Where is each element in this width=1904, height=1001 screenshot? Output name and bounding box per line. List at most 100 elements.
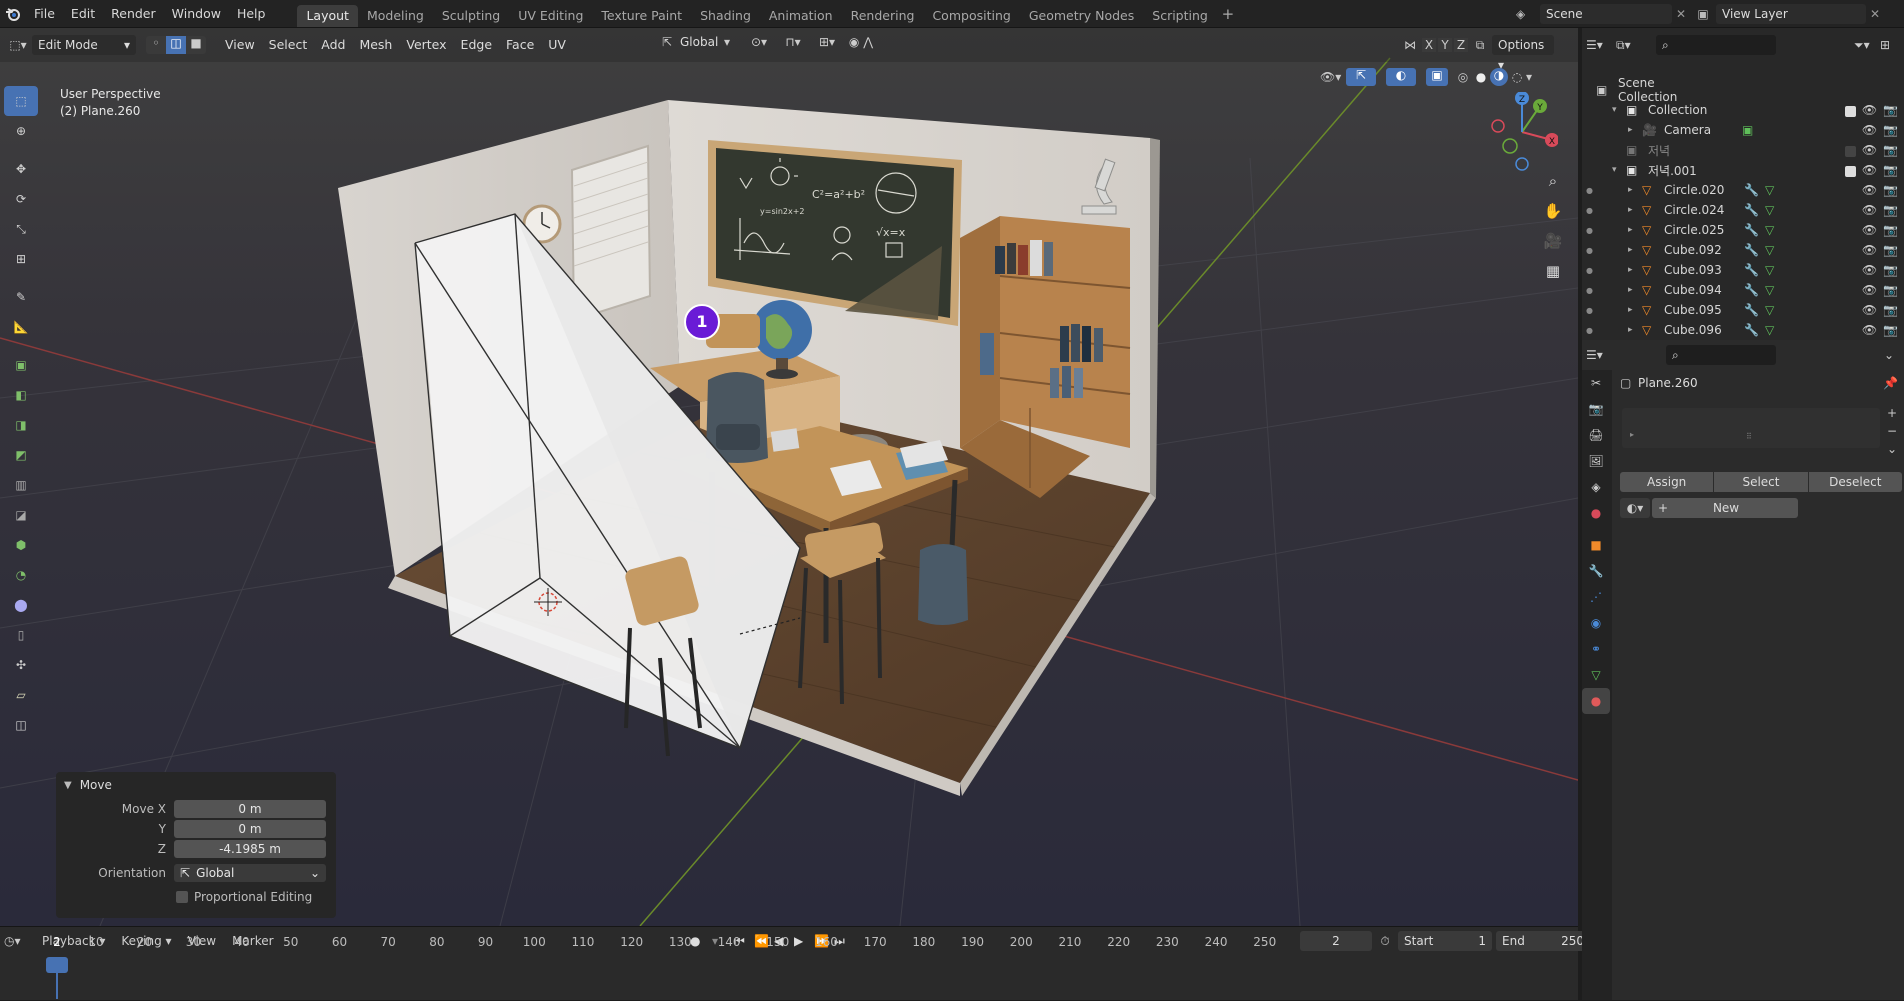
smooth-tool-icon[interactable]: ⬤: [4, 590, 38, 620]
move-y-field[interactable]: 0 m: [174, 820, 326, 838]
outliner-row[interactable]: ● ▸ ▽ Cube.093 🔧▽ 👁 📷: [1582, 260, 1904, 280]
editor-type-icon[interactable]: ⬚▾: [4, 38, 32, 52]
gizmo-toggle-icon[interactable]: ⇱: [1346, 68, 1376, 86]
add-cube-tool-icon[interactable]: ▣: [4, 350, 38, 380]
tab-rendering[interactable]: Rendering: [842, 5, 924, 27]
menu-file[interactable]: File: [26, 0, 63, 28]
mesh-data-icon[interactable]: ▽: [1765, 223, 1780, 237]
constraints-tab-icon[interactable]: ⚭: [1582, 636, 1610, 662]
scale-tool-icon[interactable]: ⤡: [4, 214, 38, 244]
menu-help[interactable]: Help: [229, 0, 274, 28]
properties-search-input[interactable]: ⌕: [1666, 345, 1776, 365]
render-camera-icon[interactable]: 📷: [1883, 163, 1898, 177]
assign-button[interactable]: Assign: [1620, 472, 1714, 492]
pin-icon[interactable]: 📌: [1883, 376, 1898, 390]
cursor-tool-icon[interactable]: ⊕: [4, 116, 38, 146]
resize-handle-icon[interactable]: ⠿: [1746, 432, 1752, 441]
navigation-gizmo[interactable]: X Y Z: [1486, 91, 1559, 172]
modifier-icons[interactable]: 🔧▽: [1744, 283, 1780, 297]
vertex-select-icon[interactable]: ◦: [146, 36, 166, 54]
outliner-row[interactable]: ● ▸ ▽ Cube.095 🔧▽ 👁 📷: [1582, 300, 1904, 320]
render-tab-icon[interactable]: 📷: [1582, 396, 1610, 422]
rendered-shading-icon[interactable]: ◌: [1508, 70, 1526, 84]
particles-tab-icon[interactable]: ⋰: [1582, 584, 1610, 610]
modifier-icons[interactable]: 🔧▽: [1744, 223, 1780, 237]
properties-editor-icon[interactable]: ☰▾: [1586, 348, 1616, 362]
perspective-grid-icon[interactable]: ▦: [1538, 262, 1568, 292]
mesh-data-icon[interactable]: ▽: [1765, 183, 1780, 197]
tab-modeling[interactable]: Modeling: [358, 5, 433, 27]
move-tool-icon[interactable]: ✥: [4, 154, 38, 184]
orientation-dropdown[interactable]: Global: [680, 35, 724, 49]
visibility-dot-icon[interactable]: ●: [1586, 206, 1593, 215]
mirror-icon[interactable]: ⋈: [1404, 38, 1422, 52]
mesh-data-icon[interactable]: ▽: [1765, 283, 1780, 297]
render-camera-icon[interactable]: 📷: [1883, 323, 1898, 337]
outliner-row[interactable]: ● ▸ ▽ Cube.094 🔧▽ 👁 📷: [1582, 280, 1904, 300]
scene-tab-icon[interactable]: ◈: [1582, 474, 1610, 500]
auto-merge-icon[interactable]: ⧉: [1468, 38, 1492, 53]
menu-window[interactable]: Window: [164, 0, 229, 28]
add-slot-icon[interactable]: +: [1884, 406, 1900, 424]
eye-icon[interactable]: 👁: [1862, 283, 1877, 297]
poly-build-tool-icon[interactable]: ⬢: [4, 530, 38, 560]
exclude-checkbox[interactable]: [1844, 146, 1856, 157]
proportional-edit-icon[interactable]: ◉ ⋀: [844, 35, 878, 49]
mesh-data-icon[interactable]: ▽: [1765, 263, 1780, 277]
outliner-search-input[interactable]: ⌕: [1656, 35, 1776, 55]
mesh-data-icon[interactable]: ▽: [1765, 243, 1780, 257]
render-camera-icon[interactable]: 📷: [1883, 263, 1898, 277]
material-tab-icon[interactable]: ●: [1582, 688, 1610, 714]
tab-sculpting[interactable]: Sculpting: [433, 5, 509, 27]
expand-arrow-icon[interactable]: ▸: [1628, 305, 1642, 315]
material-shading-icon[interactable]: ◑: [1490, 68, 1508, 86]
scene-field[interactable]: Scene: [1540, 4, 1672, 24]
outliner-row[interactable]: ▣ Scene Collection: [1582, 76, 1904, 104]
measure-tool-icon[interactable]: 📐: [4, 312, 38, 342]
menu-render[interactable]: Render: [103, 0, 164, 28]
tab-scripting[interactable]: Scripting: [1143, 5, 1217, 27]
outliner-row[interactable]: ▣ 저녁 👁 📷: [1582, 140, 1904, 160]
proportional-checkbox[interactable]: [176, 891, 188, 903]
visibility-dot-icon[interactable]: ●: [1586, 226, 1593, 235]
material-browse-icon[interactable]: ◐▾: [1620, 498, 1650, 518]
extrude-tool-icon[interactable]: ◧: [4, 380, 38, 410]
scene-icon[interactable]: ◈: [1516, 7, 1540, 21]
visibility-dot-icon[interactable]: ●: [1586, 306, 1593, 315]
tool-tab-icon[interactable]: ✂: [1582, 370, 1610, 396]
new-material-button[interactable]: + New: [1652, 498, 1798, 518]
expand-arrow-icon[interactable]: ▸: [1628, 225, 1642, 235]
render-camera-icon[interactable]: 📷: [1883, 183, 1898, 197]
menu-edge[interactable]: Edge: [454, 28, 499, 62]
render-camera-icon[interactable]: 📷: [1883, 223, 1898, 237]
axis-x-toggle[interactable]: X: [1422, 38, 1436, 52]
tab-compositing[interactable]: Compositing: [923, 5, 1019, 27]
axis-z-toggle[interactable]: Z: [1454, 38, 1468, 52]
outliner-row[interactable]: ● ▸ ▽ Cube.096 🔧▽ 👁 📷: [1582, 320, 1904, 340]
visibility-dot-icon[interactable]: ●: [1586, 266, 1593, 275]
visibility-dot-icon[interactable]: ●: [1586, 246, 1593, 255]
outliner-row[interactable]: ● ▸ ▽ Cube.092 🔧▽ 👁 📷: [1582, 240, 1904, 260]
chevron-down-icon[interactable]: ⌄: [1884, 348, 1900, 362]
outliner-editor-icon[interactable]: ☰▾: [1586, 38, 1616, 52]
display-mode-icon[interactable]: ⧉▾: [1616, 38, 1646, 53]
tab-uv-editing[interactable]: UV Editing: [509, 5, 592, 27]
rotate-tool-icon[interactable]: ⟳: [4, 184, 38, 214]
modifier-tab-icon[interactable]: 🔧: [1582, 558, 1610, 584]
options-dropdown[interactable]: Options ▾: [1492, 35, 1554, 72]
overlay-toggle-icon[interactable]: ◐: [1386, 68, 1416, 86]
eye-icon[interactable]: 👁: [1862, 323, 1877, 337]
menu-uv[interactable]: UV: [541, 28, 573, 62]
object-tab-icon[interactable]: ■: [1582, 532, 1610, 558]
spin-tool-icon[interactable]: ◔: [4, 560, 38, 590]
shear-tool-icon[interactable]: ▱: [4, 680, 38, 710]
mesh-data-icon[interactable]: ▽: [1765, 203, 1780, 217]
edge-slide-tool-icon[interactable]: ▯: [4, 620, 38, 650]
snap-icon[interactable]: ⊓▾: [776, 35, 810, 49]
visibility-icon[interactable]: 👁▾: [1320, 70, 1346, 84]
expand-arrow-icon[interactable]: ▸: [1628, 125, 1642, 135]
render-camera-icon[interactable]: 📷: [1883, 243, 1898, 257]
visibility-dot-icon[interactable]: ●: [1586, 326, 1593, 335]
bevel-tool-icon[interactable]: ◩: [4, 440, 38, 470]
visibility-dot-icon[interactable]: ●: [1586, 286, 1593, 295]
